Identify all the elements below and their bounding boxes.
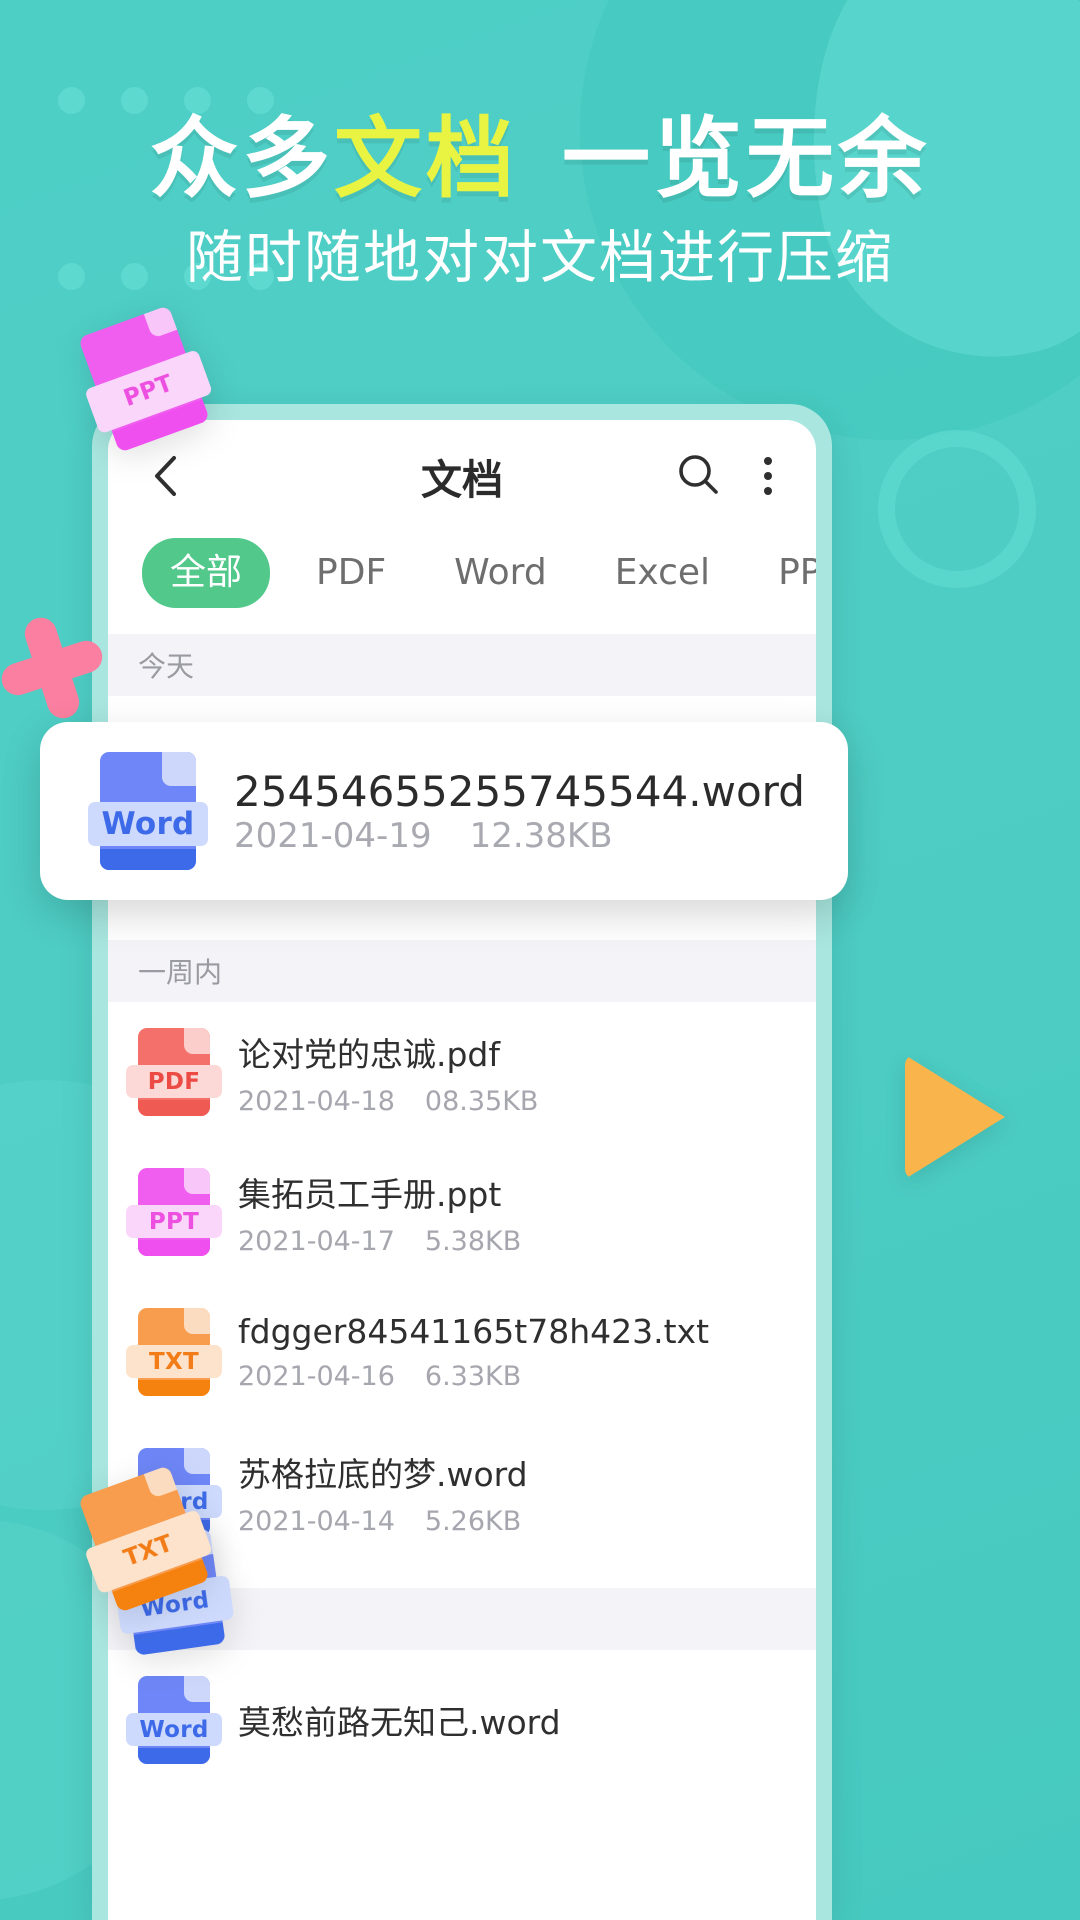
- promo-headline: 众多文档 一览无余: [0, 88, 1080, 215]
- file-name: fdgger84541165t78h423.txt: [238, 1312, 710, 1351]
- file-name: 集拓员工手册.ppt: [238, 1174, 502, 1214]
- file-sub: 2021-04-16 6.33KB: [238, 1361, 709, 1392]
- list-item[interactable]: PPT 集拓员工手册.ppt 2021-04-17 5.38KB: [108, 1142, 816, 1282]
- search-icon[interactable]: [676, 452, 720, 501]
- more-vertical-icon[interactable]: [754, 451, 782, 501]
- list-item-meta: 莫愁前路无知己.word: [238, 1696, 561, 1744]
- list-item[interactable]: PDF 论对党的忠诚.pdf 2021-04-18 08.35KB: [108, 1002, 816, 1142]
- promo-headline-part2: 一览无余: [562, 107, 931, 210]
- highlight-card-meta: 25454655255745544.word 2021-04-19 12.38K…: [234, 767, 805, 856]
- list-item[interactable]: Word 苏格拉底的梦.word 2021-04-14 5.26KB: [108, 1422, 816, 1562]
- list-item-meta: 苏格拉底的梦.word 2021-04-14 5.26KB: [238, 1448, 528, 1537]
- promo-headline-part1: 众多: [149, 107, 334, 210]
- word-file-icon: Word: [88, 752, 208, 870]
- tab-excel[interactable]: Excel: [581, 555, 744, 591]
- chevron-left-icon[interactable]: [142, 453, 188, 499]
- file-sub: 2021-04-18 08.35KB: [238, 1086, 538, 1117]
- promo-headline-highlight: 文档: [333, 107, 518, 210]
- list-item-meta: fdgger84541165t78h423.txt 2021-04-16 6.3…: [238, 1312, 709, 1392]
- txt-file-icon: TXT: [126, 1308, 222, 1396]
- file-size: 6.33KB: [424, 1361, 522, 1392]
- file-name: 25454655255745544.word: [234, 766, 805, 816]
- filter-tabs: 全部 PDF Word Excel PPT TXT: [108, 532, 816, 608]
- file-type-badge: Word: [126, 1712, 222, 1747]
- file-type-badge: PPT: [126, 1204, 222, 1239]
- triangle-shape-decor: [905, 1055, 1005, 1179]
- file-size: 08.35KB: [424, 1085, 539, 1117]
- pdf-file-icon: PDF: [126, 1028, 222, 1116]
- file-size: 12.38KB: [469, 815, 613, 856]
- phone-frame: 文档 全部 PDF Word Excel PPT TXT 今天: [92, 404, 832, 1920]
- file-size: 5.26KB: [424, 1505, 522, 1537]
- file-date: 2021-04-16: [238, 1361, 395, 1392]
- tab-pdf[interactable]: PDF: [282, 555, 420, 591]
- file-type-badge: TXT: [126, 1344, 222, 1379]
- list-item-meta: 论对党的忠诚.pdf 2021-04-18 08.35KB: [238, 1028, 538, 1117]
- file-sub: 2021-04-14 5.26KB: [238, 1506, 528, 1537]
- tab-ppt[interactable]: PPT: [744, 555, 816, 591]
- file-date: 2021-04-17: [238, 1225, 395, 1257]
- file-type-badge: PDF: [126, 1064, 222, 1099]
- list-item-meta: 集拓员工手册.ppt 2021-04-17 5.38KB: [238, 1168, 521, 1257]
- file-date: 2021-04-19: [234, 815, 432, 856]
- file-name: 苏格拉底的梦.word: [238, 1454, 528, 1494]
- app-bar: 文档: [108, 420, 816, 532]
- phone-screen: 文档 全部 PDF Word Excel PPT TXT 今天: [108, 420, 816, 1920]
- section-header-today: 今天: [108, 634, 816, 696]
- file-date: 2021-04-14: [238, 1505, 395, 1537]
- promo-subline: 随时随地对对文档进行压缩: [186, 225, 894, 291]
- highlighted-document-card[interactable]: Word 25454655255745544.word 2021-04-19 1…: [40, 722, 848, 900]
- tab-all[interactable]: 全部: [142, 538, 271, 608]
- file-size: 5.38KB: [424, 1225, 522, 1257]
- file-name: 莫愁前路无知己.word: [238, 1703, 561, 1742]
- file-type-badge: Word: [88, 801, 208, 847]
- word-file-icon: Word: [126, 1676, 222, 1764]
- file-name: 论对党的忠诚.pdf: [238, 1034, 501, 1074]
- file-sub: 2021-04-17 5.38KB: [238, 1226, 521, 1257]
- app-bar-actions: [676, 451, 782, 501]
- list-item[interactable]: TXT fdgger84541165t78h423.txt 2021-04-16…: [108, 1282, 816, 1422]
- list-item[interactable]: Word 莫愁前路无知己.word: [108, 1650, 816, 1790]
- ppt-file-icon: PPT: [126, 1168, 222, 1256]
- section-header-week: 一周内: [108, 940, 816, 1002]
- background-ring-decor: [878, 430, 1036, 588]
- file-sub: 2021-04-19 12.38KB: [234, 816, 805, 856]
- tab-word[interactable]: Word: [420, 555, 581, 591]
- file-date: 2021-04-18: [238, 1085, 395, 1117]
